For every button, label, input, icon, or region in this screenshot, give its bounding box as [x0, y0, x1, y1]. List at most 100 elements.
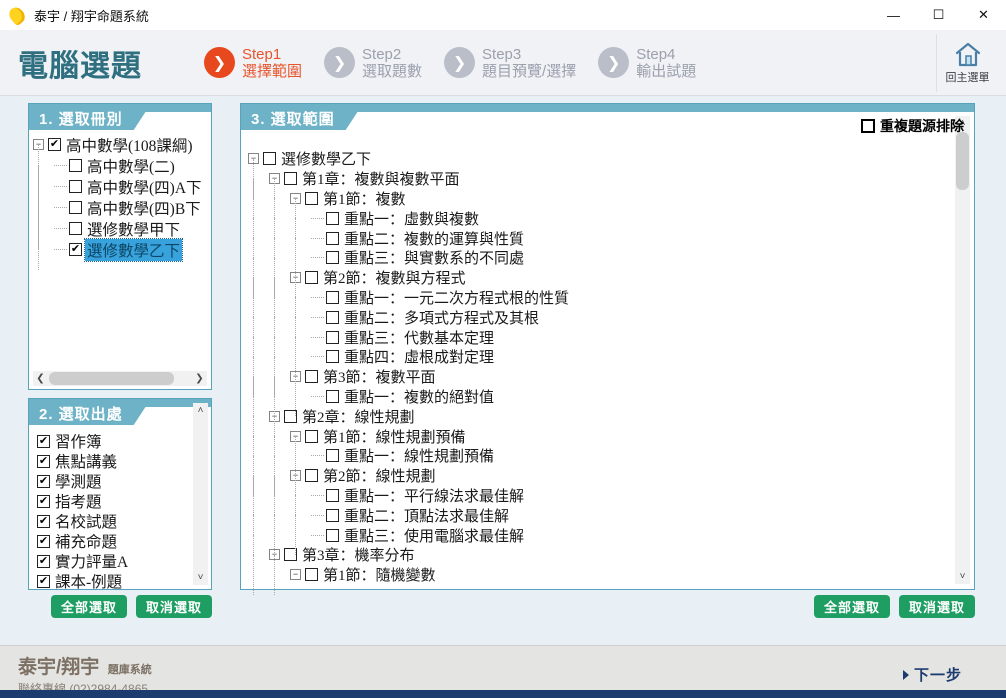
source-checkbox[interactable]: ✔	[37, 575, 50, 588]
source-item-label[interactable]: 習作簿	[53, 430, 104, 452]
tree-item-label[interactable]: 重點二：頂點法求最佳解	[342, 505, 511, 526]
tree-item-label[interactable]: 重點四：虛根成對定理	[342, 346, 496, 367]
source-checkbox[interactable]: ✔	[37, 435, 50, 448]
tree-item-label[interactable]: 高中數學(四)B下	[85, 197, 203, 219]
source-checkbox[interactable]: ✔	[37, 535, 50, 548]
scroll-left-icon[interactable]: ❮	[33, 371, 48, 386]
tree-indent	[248, 169, 269, 189]
scope-deselect-all-button[interactable]: 取消選取	[899, 595, 975, 618]
scroll-right-icon[interactable]: ❯	[192, 371, 207, 386]
scroll-up-icon[interactable]: ˄	[193, 403, 208, 418]
step-step1[interactable]: ❯Step1選擇範圍	[204, 46, 302, 80]
source-deselect-all-button[interactable]: 取消選取	[136, 595, 212, 618]
tree-checkbox[interactable]	[326, 529, 339, 542]
tree-item-label[interactable]: 重點二：多項式方程式及其根	[342, 307, 541, 328]
tree-checkbox[interactable]	[305, 469, 318, 482]
tree-item-label[interactable]: 高中數學(四)A下	[85, 176, 204, 198]
tree-item-label[interactable]: 重點三：使用電腦求最佳解	[342, 525, 526, 546]
volume-horizontal-scrollbar[interactable]: ❮ ❯	[33, 371, 207, 386]
tree-item-label[interactable]: 第1節：隨機變數	[321, 564, 438, 585]
tree-item-label[interactable]: 選修數學乙下	[279, 148, 373, 169]
dedupe-checkbox[interactable]	[861, 119, 875, 133]
tree-checkbox[interactable]: ✔	[69, 243, 82, 256]
tree-item-label[interactable]: 選修數學甲下	[85, 218, 182, 240]
source-item-label[interactable]: 實力評量A	[53, 550, 130, 572]
tree-checkbox[interactable]	[326, 449, 339, 462]
tree-checkbox[interactable]	[69, 201, 82, 214]
tree-item-label[interactable]: 重點一：虛數與複數	[342, 208, 481, 229]
source-item-label[interactable]: 名校試題	[53, 510, 119, 532]
tree-item-label[interactable]: 重點一：複數的絕對值	[342, 386, 496, 407]
source-checkbox[interactable]: ✔	[37, 475, 50, 488]
tree-item-label[interactable]: 第1節：複數	[321, 188, 408, 209]
tree-item-label[interactable]: 重點一：平行線法求最佳解	[342, 485, 526, 506]
tree-item-label[interactable]: 第2節：線性規劃	[321, 465, 438, 486]
tree-item-label[interactable]: 重點一：線性規劃預備	[342, 445, 496, 466]
dedupe-option[interactable]: 重複題源排除	[861, 116, 964, 136]
tree-checkbox[interactable]	[69, 222, 82, 235]
tree-checkbox[interactable]	[326, 232, 339, 245]
scroll-thumb[interactable]	[956, 132, 969, 190]
tree-checkbox[interactable]	[305, 192, 318, 205]
tree-collapse-icon[interactable]: −	[290, 569, 301, 580]
source-checkbox[interactable]: ✔	[37, 555, 50, 568]
source-item-label[interactable]: 指考題	[53, 490, 104, 512]
tree-checkbox[interactable]	[69, 159, 82, 172]
tree-item-label[interactable]: 第1節：線性規劃預備	[321, 426, 468, 447]
scroll-thumb[interactable]	[49, 372, 174, 385]
step-step2[interactable]: ❯Step2選取題數	[324, 46, 422, 80]
scope-vertical-scrollbar[interactable]: ˄ ˅	[955, 116, 970, 584]
tree-checkbox[interactable]	[305, 271, 318, 284]
source-item-label[interactable]: 補充命題	[53, 530, 119, 552]
tree-checkbox[interactable]	[326, 251, 339, 264]
tree-checkbox[interactable]: ✔	[48, 138, 61, 151]
tree-checkbox[interactable]	[326, 311, 339, 324]
source-item-label[interactable]: 學測題	[53, 470, 104, 492]
tree-checkbox[interactable]	[263, 152, 276, 165]
close-button[interactable]: ✕	[961, 0, 1006, 30]
tree-checkbox[interactable]	[305, 430, 318, 443]
source-checkbox[interactable]: ✔	[37, 455, 50, 468]
tree-item-label[interactable]: 選修數學乙下	[85, 239, 182, 261]
scroll-down-icon[interactable]: ˅	[193, 570, 208, 585]
tree-checkbox[interactable]	[326, 291, 339, 304]
tree-checkbox[interactable]	[326, 212, 339, 225]
tree-item-label[interactable]: 重點三：與實數系的不同處	[342, 247, 526, 268]
source-item-label[interactable]: 課本-例題	[53, 570, 124, 592]
source-vertical-scrollbar[interactable]: ˄ ˅	[193, 403, 208, 585]
tree-item-label[interactable]: 重點三：代數基本定理	[342, 327, 496, 348]
tree-item-label[interactable]: 重點二：複數的運算與性質	[342, 228, 526, 249]
tree-item-label[interactable]: 第1章：複數與複數平面	[300, 168, 462, 189]
tree-item-label[interactable]: 第2章：線性規劃	[300, 406, 417, 427]
tree-item-label[interactable]: 第3章：機率分布	[300, 544, 417, 565]
tree-item: 高中數學(四)B下	[33, 197, 209, 218]
tree-item-label[interactable]: 重點一：一元二次方程式根的性質	[342, 287, 571, 308]
scroll-down-icon[interactable]: ˅	[955, 569, 970, 584]
scope-select-all-button[interactable]: 全部選取	[814, 595, 890, 618]
tree-checkbox[interactable]	[326, 331, 339, 344]
minimize-button[interactable]: —	[871, 0, 916, 30]
tree-checkbox[interactable]	[326, 350, 339, 363]
tree-checkbox[interactable]	[305, 370, 318, 383]
tree-item-label[interactable]: 第3節：複數平面	[321, 366, 438, 387]
maximize-button[interactable]: ☐	[916, 0, 961, 30]
step-step3[interactable]: ❯Step3題目預覽/選擇	[444, 46, 576, 80]
step-name: Step2	[362, 46, 422, 63]
tree-item-label[interactable]: 高中數學(108課綱)	[64, 134, 195, 156]
source-item-label[interactable]: 焦點講義	[53, 450, 119, 472]
home-button[interactable]: 回主選單	[936, 34, 998, 92]
tree-item-label[interactable]: 高中數學(二)	[85, 155, 177, 177]
step-step4[interactable]: ❯Step4輸出試題	[598, 46, 696, 80]
tree-checkbox[interactable]	[326, 509, 339, 522]
step-arrow-icon: ❯	[204, 47, 235, 78]
tree-checkbox[interactable]	[69, 180, 82, 193]
tree-checkbox[interactable]	[326, 390, 339, 403]
source-checkbox[interactable]: ✔	[37, 495, 50, 508]
tree-checkbox[interactable]	[326, 489, 339, 502]
tree-checkbox[interactable]	[284, 172, 297, 185]
source-select-all-button[interactable]: 全部選取	[51, 595, 127, 618]
tree-checkbox[interactable]	[305, 568, 318, 581]
next-step-button[interactable]: 下一步	[903, 664, 962, 685]
source-checkbox[interactable]: ✔	[37, 515, 50, 528]
tree-item-label[interactable]: 第2節：複數與方程式	[321, 267, 468, 288]
